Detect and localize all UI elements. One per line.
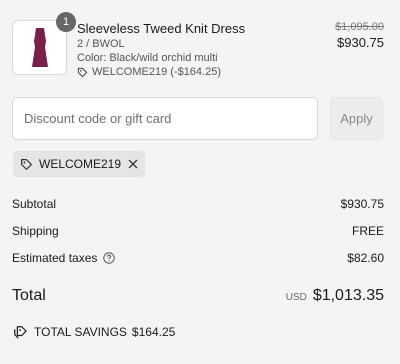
savings-label: TOTAL SAVINGS [34, 325, 127, 339]
discounted-price: $930.75 [337, 35, 384, 50]
close-icon[interactable] [128, 159, 138, 169]
taxes-label-group: Estimated taxes [12, 251, 116, 265]
total-amount-group: USD $1,013.35 [286, 287, 384, 305]
help-icon[interactable] [103, 252, 116, 264]
shipping-value: FREE [351, 224, 384, 238]
product-title: Sleeveless Tweed Knit Dress [77, 21, 246, 36]
apply-button[interactable]: Apply [330, 97, 383, 140]
shipping-label: Shipping [12, 224, 59, 238]
total-amount: $1,013.35 [312, 287, 384, 304]
savings-text: TOTAL SAVINGS $164.25 [34, 325, 175, 339]
total-row: Total USD $1,013.35 [12, 284, 384, 308]
applied-discount-tag: WELCOME219 [13, 151, 145, 177]
product-prices: $1,095.00 $930.75 [335, 20, 384, 52]
product-discount: WELCOME219 (-$164.25) [77, 65, 307, 79]
discount-code-input[interactable] [12, 97, 318, 140]
taxes-label: Estimated taxes [12, 251, 98, 265]
quantity-badge: 1 [56, 12, 76, 32]
product-discount-text: WELCOME219 (-$164.25) [92, 66, 221, 78]
savings-value: $164.25 [131, 325, 176, 339]
tag-icon [77, 67, 88, 77]
shipping-row: Shipping FREE [12, 223, 384, 239]
subtotal-value: $930.75 [340, 197, 384, 211]
total-currency: USD [285, 292, 307, 303]
taxes-row: Estimated taxes $82.60 [12, 250, 384, 266]
taxes-value: $82.60 [347, 251, 384, 265]
total-savings: TOTAL SAVINGS $164.25 [13, 325, 175, 339]
product-thumbnail-wrap: 1 [12, 12, 76, 75]
line-item: 1 Sleeveless Tweed Knit Dress 2 / BWOL C… [12, 12, 388, 79]
remove-discount-button[interactable] [128, 159, 138, 169]
subtotal-label: Subtotal [12, 197, 57, 211]
original-price: $1,095.00 [335, 21, 384, 33]
product-color: Color: Black/wild orchid multi [77, 52, 218, 64]
subtotal-row: Subtotal $930.75 [12, 196, 384, 212]
applied-discount-code: WELCOME219 [39, 157, 122, 171]
dress-icon [31, 27, 48, 67]
tag-icon [21, 158, 32, 170]
product-variant: 2 / BWOL [77, 38, 125, 50]
product-info: Sleeveless Tweed Knit Dress 2 / BWOL Col… [77, 20, 307, 79]
total-label: Total [12, 287, 46, 304]
savings-tag-icon [14, 326, 27, 339]
